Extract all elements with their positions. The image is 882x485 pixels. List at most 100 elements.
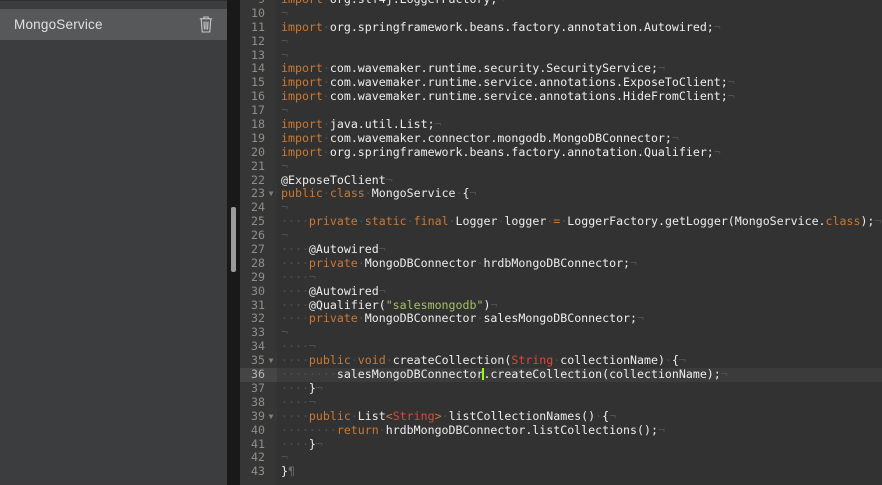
token: @ExposeToClient — [281, 173, 386, 187]
code-line[interactable]: 17¬ — [240, 104, 882, 118]
gutter-cell: 19 — [240, 132, 277, 146]
code-line[interactable]: 16import·com.wavemaker.runtime.service.a… — [240, 90, 882, 104]
line-number: 17 — [240, 104, 265, 118]
line-number: 21 — [240, 160, 265, 174]
code-line[interactable]: 42¬ — [240, 451, 882, 465]
gutter-cell: 17 — [240, 104, 277, 118]
service-list-sidebar: MongoService — [0, 0, 227, 485]
line-number: 39 — [240, 410, 265, 424]
token: createCollection( — [393, 353, 512, 367]
whitespace-dots: · — [323, 186, 330, 200]
eol-marker: ¬ — [630, 256, 637, 270]
code-line[interactable]: 32····private·MongoDBConnector·salesMong… — [240, 312, 882, 326]
eol-marker: ¬ — [721, 367, 728, 381]
line-number: 19 — [240, 132, 265, 146]
code-line[interactable]: 11import·org.springframework.beans.facto… — [240, 21, 882, 35]
code-line[interactable]: 40········return·hrdbMongoDBConnector.li… — [240, 424, 882, 438]
code-line[interactable]: 33¬ — [240, 326, 882, 340]
code-line[interactable]: 30····@Autowired¬ — [240, 285, 882, 299]
code-line[interactable]: 10¬ — [240, 7, 882, 21]
line-number: 14 — [240, 62, 265, 76]
code-line[interactable]: 35▼····public·void·createCollection(Stri… — [240, 354, 882, 368]
code-text: ¬ — [281, 451, 288, 465]
fold-arrow-icon[interactable]: ▼ — [265, 187, 277, 201]
code-text: ····}¬ — [281, 382, 323, 396]
code-line[interactable]: 38····¬ — [240, 396, 882, 410]
code-text: import·com.wavemaker.runtime.service.ann… — [281, 90, 735, 104]
code-line[interactable]: 39▼ ····public·List<String>·listCollectio… — [240, 410, 882, 424]
fold-spacer — [265, 62, 277, 76]
token: com.wavemaker.runtime.security.SecurityS… — [330, 61, 658, 75]
fold-spacer — [265, 146, 277, 160]
whitespace-dots: · — [323, 61, 330, 75]
code-editor[interactable]: 9import·org.slf4j.LoggerFactory;¬10¬11im… — [240, 0, 882, 485]
fold-arrow-icon[interactable]: ▼ — [265, 354, 277, 368]
line-number: 27 — [240, 243, 265, 257]
token: { — [463, 186, 470, 200]
token: class — [330, 186, 365, 200]
delete-service-icon[interactable] — [198, 16, 214, 34]
whitespace-dots: ···· — [281, 395, 309, 409]
eol-marker: ¬ — [379, 242, 386, 256]
sidebar-scrollbar-thumb[interactable] — [231, 207, 236, 272]
eol-marker: ¬ — [316, 381, 323, 395]
code-text: ····public·List<String>·listCollectionNa… — [281, 410, 616, 424]
fold-spacer — [265, 465, 277, 479]
token: import — [281, 75, 323, 89]
eol-marker: ¬ — [637, 311, 644, 325]
code-line[interactable]: 31····@Qualifier("salesmongodb")¬ — [240, 299, 882, 313]
code-line[interactable]: 27····@Autowired¬ — [240, 243, 882, 257]
line-number: 25 — [240, 215, 265, 229]
code-line[interactable]: 14import·com.wavemaker.runtime.security.… — [240, 62, 882, 76]
code-line[interactable]: 36········salesMongoDBConnector.createCo… — [240, 368, 882, 382]
code-line[interactable]: 20import·org.springframework.beans.facto… — [240, 146, 882, 160]
code-text: ····@Autowired¬ — [281, 285, 386, 299]
code-line[interactable]: 19import·com.wavemaker.connector.mongodb… — [240, 132, 882, 146]
code-line[interactable]: 37····}¬ — [240, 382, 882, 396]
code-text: import·org.springframework.beans.factory… — [281, 21, 721, 35]
code-line[interactable]: 29····¬ — [240, 271, 882, 285]
whitespace-dots: · — [323, 20, 330, 34]
whitespace-dots: · — [323, 131, 330, 145]
whitespace-dots: ···· — [281, 242, 309, 256]
eol-marker: ¬ — [281, 34, 288, 48]
eol-marker: ¬ — [281, 48, 288, 62]
service-list-item-mongoservice[interactable]: MongoService — [0, 9, 227, 40]
whitespace-dots: ···· — [281, 381, 309, 395]
fold-arrow-icon[interactable]: ▼ — [265, 410, 277, 424]
token: @Autowired — [309, 284, 379, 298]
code-line[interactable]: 9import·org.slf4j.LoggerFactory;¬ — [240, 0, 882, 7]
line-number: 22 — [240, 174, 265, 188]
code-line[interactable]: 41····}¬ — [240, 438, 882, 452]
code-line[interactable]: 23▼public·class·MongoService·{¬ — [240, 187, 882, 201]
code-text: ····}¬ — [281, 438, 323, 452]
code-line[interactable]: 34····¬ — [240, 340, 882, 354]
code-line[interactable]: 28····private·MongoDBConnector·hrdbMongo… — [240, 257, 882, 271]
whitespace-dots: · — [358, 214, 365, 228]
code-line[interactable]: 21¬ — [240, 160, 882, 174]
code-text: ····public·void·createCollection(String·… — [281, 354, 686, 368]
token: hrdbMongoDBConnector; — [483, 256, 630, 270]
fold-spacer — [265, 90, 277, 104]
code-line[interactable]: 13¬ — [240, 49, 882, 63]
eol-marker: ¬ — [386, 173, 393, 187]
code-line[interactable]: 15import·com.wavemaker.runtime.service.a… — [240, 76, 882, 90]
code-line[interactable]: 25····private·static·final·Logger·logger… — [240, 215, 882, 229]
token: MongoDBConnector — [365, 256, 477, 270]
gutter-cell: 34 — [240, 340, 277, 354]
code-line[interactable]: 24¬ — [240, 201, 882, 215]
token: } — [309, 381, 316, 395]
code-line[interactable]: 12¬ — [240, 35, 882, 49]
token: org.springframework.beans.factory.annota… — [330, 20, 714, 34]
code-line[interactable]: 22 @ExposeToClient¬ — [240, 174, 882, 188]
whitespace-dots: ···· — [281, 437, 309, 451]
code-line[interactable]: 26¬ — [240, 229, 882, 243]
token: Logger — [456, 214, 498, 228]
eol-marker: ¬ — [490, 298, 497, 312]
code-line[interactable]: 43}¶ — [240, 465, 882, 479]
gutter-cell: 21 — [240, 160, 277, 174]
line-number: 26 — [240, 229, 265, 243]
code-line[interactable]: 18import·java.util.List;¬ — [240, 118, 882, 132]
sidebar-scrollbar[interactable] — [227, 0, 240, 485]
fold-spacer — [265, 424, 277, 438]
